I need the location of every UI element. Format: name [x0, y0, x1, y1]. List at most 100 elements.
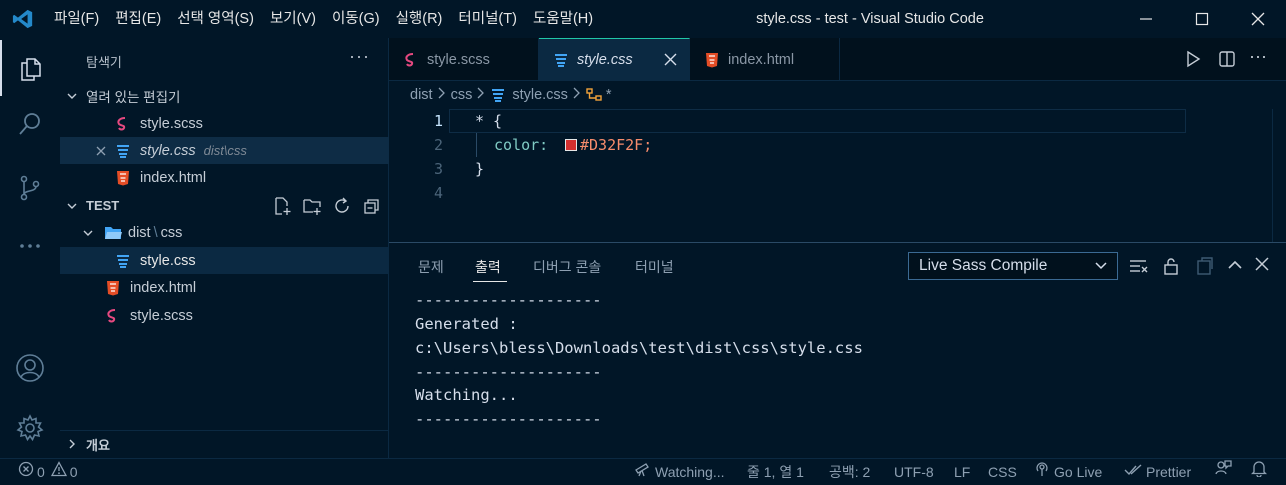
menu-selection[interactable]: 선택 영역(S): [169, 0, 262, 38]
prettier-label: Prettier: [1146, 464, 1192, 480]
open-log-icon[interactable]: [1195, 257, 1213, 278]
vertical-scrollbar[interactable]: [1272, 109, 1286, 242]
breadcrumb-item[interactable]: *: [606, 87, 612, 103]
open-editor-item[interactable]: index.html: [60, 164, 389, 191]
code-line: 1 * {: [389, 109, 1286, 133]
open-editor-item[interactable]: style.scss: [60, 110, 389, 137]
encoding-status[interactable]: UTF-8: [894, 459, 934, 485]
active-tab-indicator: [473, 281, 507, 282]
breadcrumb-item[interactable]: css: [451, 87, 473, 103]
source-control-icon[interactable]: [0, 160, 60, 216]
sidebar-more-icon[interactable]: ···: [349, 46, 370, 67]
file-item[interactable]: style.scss: [60, 302, 389, 329]
project-header[interactable]: TEST: [60, 192, 389, 219]
notifications-bell-icon[interactable]: [1251, 459, 1267, 477]
code-editor[interactable]: 1 * { 2 color: #D32F2F; 3 } 4: [389, 109, 1286, 242]
vscode-logo-icon: [0, 0, 46, 38]
window-title: style.css - test - Visual Studio Code: [756, 11, 984, 27]
status-bar: 0 0 Watching... 줄 1, 열 1 공백: 2 UTF-8 LF …: [0, 458, 1286, 485]
output-line: Generated :: [415, 315, 518, 333]
refresh-icon[interactable]: [332, 196, 352, 220]
file-item[interactable]: index.html: [60, 274, 389, 301]
breadcrumb-item[interactable]: style.css: [512, 87, 568, 103]
tab-terminal[interactable]: 터미널: [635, 257, 674, 277]
open-editor-path: dist\css: [203, 143, 247, 158]
explorer-icon[interactable]: [0, 40, 60, 96]
error-count: 0: [37, 464, 45, 480]
sass-icon: [104, 307, 122, 325]
feedback-icon[interactable]: [1214, 459, 1232, 477]
css-icon: [114, 142, 132, 160]
settings-gear-icon[interactable]: [0, 400, 60, 456]
close-panel-icon[interactable]: [1255, 257, 1269, 274]
close-tab-icon[interactable]: [664, 53, 677, 70]
editor-tab-bar: style.scss style.css index.html ···: [389, 38, 1286, 81]
menu-view[interactable]: 보기(V): [262, 0, 324, 38]
chevron-right-icon: [437, 87, 447, 103]
go-live-label: Go Live: [1054, 464, 1103, 480]
file-item-selected[interactable]: style.css: [60, 247, 389, 274]
error-icon: [18, 459, 34, 485]
prettier-status[interactable]: Prettier: [1124, 459, 1191, 485]
outline-header[interactable]: 개요: [60, 430, 389, 457]
warning-icon: [50, 459, 67, 485]
sass-watching-status[interactable]: Watching...: [634, 459, 725, 485]
run-icon[interactable]: [1184, 50, 1202, 71]
close-editor-icon[interactable]: [93, 143, 109, 159]
eol-status[interactable]: LF: [954, 459, 970, 485]
menu-run[interactable]: 실행(R): [388, 0, 451, 38]
tab-debug-console[interactable]: 디버그 콘솔: [533, 257, 601, 277]
indentation-status[interactable]: 공백: 2: [829, 459, 870, 485]
double-check-icon: [1124, 459, 1142, 485]
tab-output[interactable]: 출력: [475, 257, 501, 277]
open-editors-label: 열려 있는 편집기: [86, 89, 181, 105]
menu-edit[interactable]: 편집(E): [107, 0, 169, 38]
line-number: 3: [433, 160, 443, 178]
split-editor-icon[interactable]: [1218, 50, 1236, 71]
tab-label: style.scss: [427, 51, 490, 68]
go-live-button[interactable]: Go Live: [1034, 459, 1102, 485]
language-mode[interactable]: CSS: [988, 459, 1017, 485]
tab-style-css[interactable]: style.css: [539, 38, 690, 81]
new-file-icon[interactable]: [272, 196, 292, 220]
output-channel-select[interactable]: Live Sass Compile: [908, 252, 1118, 280]
lock-scroll-icon[interactable]: [1162, 257, 1180, 278]
tab-index-html[interactable]: index.html: [690, 38, 840, 81]
selector-icon: [586, 88, 602, 102]
minimize-button[interactable]: [1118, 0, 1174, 38]
tab-style-scss[interactable]: style.scss: [389, 38, 539, 81]
code-line: 4: [389, 181, 1286, 205]
maximize-button[interactable]: [1174, 0, 1230, 38]
clear-output-icon[interactable]: [1129, 257, 1149, 278]
more-actions-icon[interactable]: [0, 218, 60, 274]
sidebar-title: 탐색기: [86, 55, 122, 70]
new-folder-icon[interactable]: [302, 196, 322, 220]
chevron-right-icon: [476, 87, 486, 103]
problems-status[interactable]: 0 0: [18, 459, 78, 485]
menu-go[interactable]: 이동(G): [324, 0, 388, 38]
menu-file[interactable]: 파일(F): [46, 0, 107, 38]
tab-label: index.html: [728, 51, 795, 68]
broadcast-icon: [1034, 459, 1050, 485]
breadcrumb-item[interactable]: dist: [410, 87, 433, 103]
output-line: c:\Users\bless\Downloads\test\dist\css\s…: [415, 339, 863, 357]
project-label: TEST: [86, 198, 120, 213]
cursor-position[interactable]: 줄 1, 열 1: [747, 459, 804, 485]
editor-more-icon[interactable]: ···: [1249, 46, 1267, 67]
folder-item[interactable]: dist \ css: [60, 219, 389, 246]
line-number: 2: [433, 136, 443, 154]
menu-help[interactable]: 도움말(H): [525, 0, 601, 38]
output-panel: 문제 출력 디버그 콘솔 터미널 Live Sass Compile -----…: [389, 242, 1286, 458]
open-editor-label: style.scss: [140, 115, 203, 132]
maximize-panel-icon[interactable]: [1227, 257, 1243, 276]
color-swatch[interactable]: [565, 139, 577, 151]
search-icon[interactable]: [0, 96, 60, 152]
menu-terminal[interactable]: 터미널(T): [450, 0, 525, 38]
open-editor-item-active[interactable]: style.css dist\css: [60, 137, 389, 164]
account-icon[interactable]: [0, 340, 60, 396]
close-window-button[interactable]: [1230, 0, 1286, 38]
tab-problems[interactable]: 문제: [418, 257, 444, 277]
chevron-down-icon: [64, 88, 80, 104]
collapse-all-icon[interactable]: [362, 196, 382, 220]
open-editors-header[interactable]: 열려 있는 편집기: [60, 82, 389, 109]
